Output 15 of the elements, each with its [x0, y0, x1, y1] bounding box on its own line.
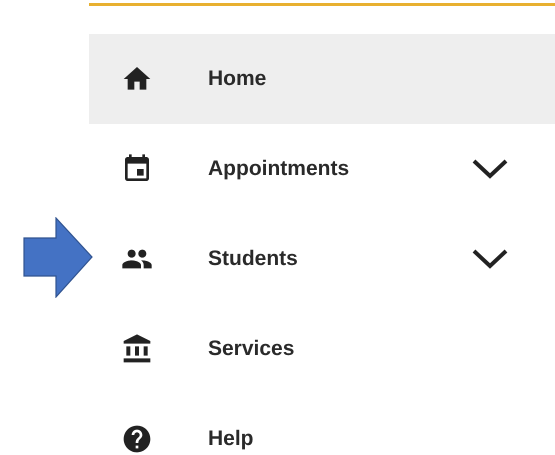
chevron-down-icon[interactable] [470, 157, 510, 181]
menu-item-label: Students [208, 247, 299, 271]
menu-item[interactable]: Home [89, 34, 555, 124]
menu-item[interactable]: Appointments [89, 124, 555, 214]
menu-item[interactable]: Services [89, 304, 555, 394]
chevron-down-icon[interactable] [470, 247, 510, 271]
help-icon [121, 423, 153, 455]
menu-item[interactable]: Help [89, 394, 555, 455]
bank-icon [121, 333, 153, 365]
menu-item-label: Appointments [208, 157, 350, 181]
menu-item[interactable]: Students [89, 214, 555, 304]
menu-item-label: Help [208, 427, 255, 451]
arrow-icon [23, 217, 93, 298]
menu-item-label: Services [208, 337, 296, 361]
menu-item-label: Home [208, 67, 268, 91]
